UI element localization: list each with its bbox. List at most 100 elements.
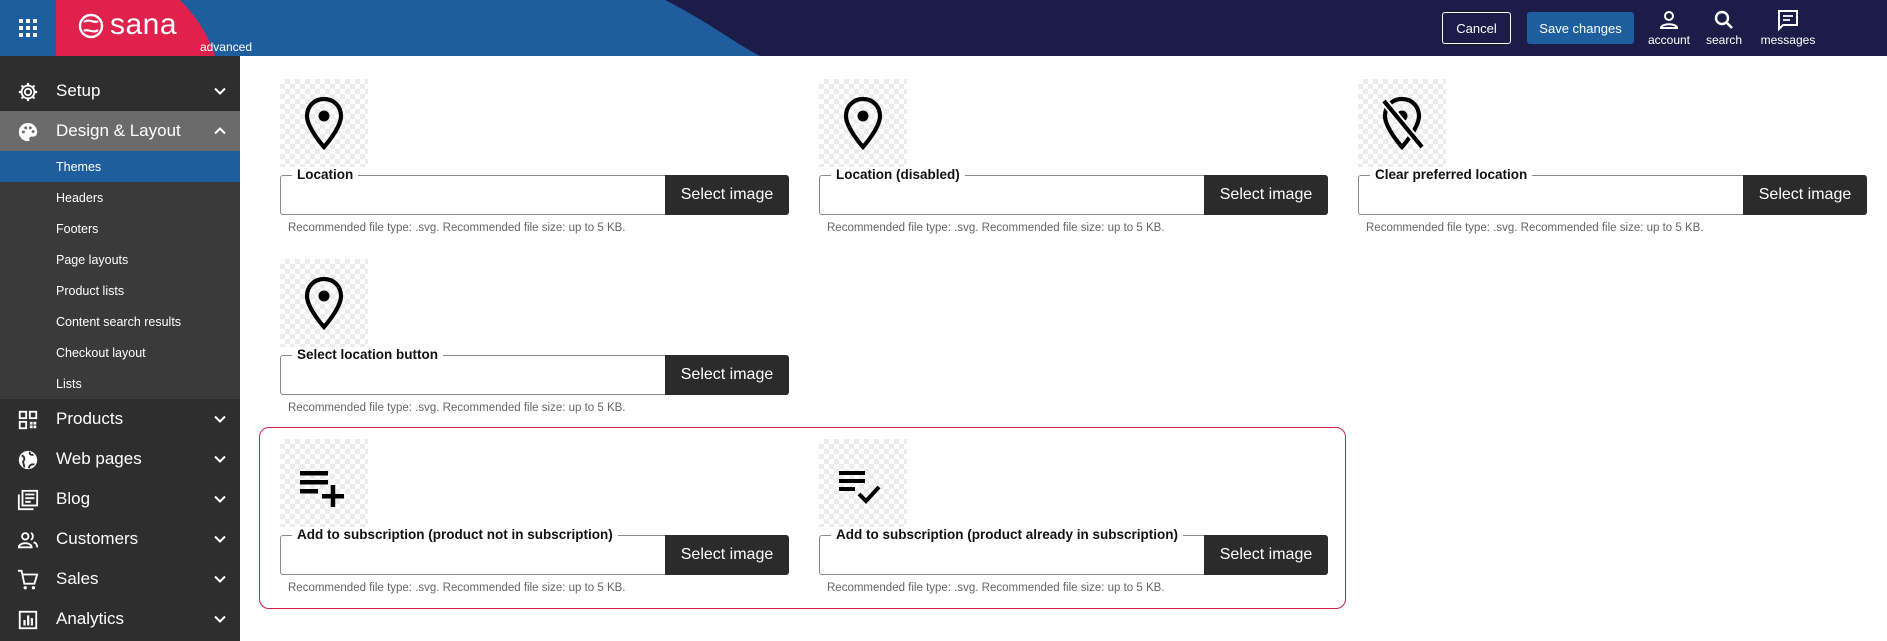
field-label: Select location button (292, 347, 444, 363)
sidebar-label-sales: Sales (56, 569, 99, 588)
location-pin-icon (304, 96, 344, 151)
save-changes-button[interactable]: Save changes (1527, 12, 1634, 44)
field-hint: Recommended file type: .svg. Recommended… (827, 222, 1165, 234)
brand-name: sana (110, 8, 178, 41)
messages-icon (1778, 10, 1798, 32)
sidebar-label-customers: Customers (56, 529, 139, 548)
location-pin-icon (304, 276, 344, 331)
select-image-button[interactable]: Select image (1743, 175, 1867, 215)
messages-label: messages (1760, 33, 1816, 47)
qr-code-icon (18, 410, 38, 430)
account-icon (1659, 11, 1679, 29)
sidebar-item-blog[interactable]: Blog (0, 479, 240, 519)
sidebar-sublabel: Themes (56, 159, 102, 174)
blog-icon (17, 489, 39, 511)
sidebar-sublabel: Page layouts (56, 252, 129, 267)
field-hint: Recommended file type: .svg. Recommended… (827, 582, 1165, 594)
account-label: account (1647, 33, 1691, 47)
field-hint: Recommended file type: .svg. Recommended… (288, 582, 626, 594)
grid-icon (19, 19, 37, 37)
sidebar-sublabel: Product lists (56, 283, 125, 298)
field-label: Add to subscription (product not in subs… (292, 527, 618, 543)
sidebar: Setup Design & Layout Themes Headers Foo… (0, 56, 240, 641)
field-hint: Recommended file type: .svg. Recommended… (1366, 222, 1704, 234)
sidebar-label-design-layout: Design & Layout (56, 121, 181, 140)
chevron-down-icon (214, 87, 226, 95)
sidebar-sublabel: Content search results (56, 314, 182, 329)
chevron-down-icon (214, 415, 226, 423)
playlist-check-icon (839, 471, 881, 504)
image-field-clear-preferred-location: Clear preferred location Select image Re… (1358, 79, 1867, 234)
sidebar-label-setup: Setup (56, 81, 101, 100)
image-preview[interactable] (280, 259, 368, 347)
field-hint: Recommended file type: .svg. Recommended… (288, 222, 626, 234)
search-label: search (1705, 33, 1743, 47)
select-image-button[interactable]: Select image (665, 355, 789, 395)
sidebar-item-design-layout[interactable]: Design & Layout (0, 111, 240, 151)
image-preview[interactable] (1358, 79, 1446, 167)
sidebar-label-web-pages: Web pages (56, 449, 142, 468)
app-grid-button[interactable] (0, 0, 56, 56)
people-icon (17, 532, 39, 549)
sidebar-subitem-page-layouts[interactable]: Page layouts (0, 244, 240, 275)
brand-logo[interactable]: sana advanced (78, 8, 252, 54)
chevron-down-icon (214, 575, 226, 583)
chevron-down-icon (214, 495, 226, 503)
field-label: Location (disabled) (831, 167, 965, 183)
field-label: Location (292, 167, 359, 183)
cart-icon (17, 569, 39, 590)
account-button[interactable]: account (1646, 8, 1692, 50)
sidebar-sublabel: Headers (56, 190, 104, 205)
select-image-button[interactable]: Select image (1204, 535, 1328, 575)
select-image-button[interactable]: Select image (1204, 175, 1328, 215)
image-preview[interactable] (819, 439, 907, 527)
select-image-button[interactable]: Select image (665, 175, 789, 215)
palette-icon (18, 122, 38, 142)
sidebar-item-customers[interactable]: Customers (0, 519, 240, 559)
sidebar-item-sales[interactable]: Sales (0, 559, 240, 599)
search-button[interactable]: search (1704, 8, 1744, 50)
sidebar-subitem-headers[interactable]: Headers (0, 182, 240, 213)
brand-edition: advanced (199, 40, 252, 54)
image-preview[interactable] (280, 439, 368, 527)
sidebar-sublabel: Lists (56, 376, 82, 391)
image-field-add-to-subscription-not-in: Add to subscription (product not in subs… (280, 439, 789, 594)
sidebar-item-analytics[interactable]: Analytics (0, 599, 240, 639)
sidebar-subitem-product-lists[interactable]: Product lists (0, 275, 240, 306)
search-icon (1714, 10, 1733, 29)
chevron-down-icon (214, 535, 226, 543)
sidebar-item-setup[interactable]: Setup (0, 71, 240, 111)
sidebar-label-analytics: Analytics (56, 609, 125, 628)
field-hint: Recommended file type: .svg. Recommended… (288, 402, 626, 414)
image-field-location: Location Select image Recommended file t… (280, 79, 789, 234)
sidebar-item-products[interactable]: Products (0, 399, 240, 439)
image-field-location-disabled: Location (disabled) Select image Recomme… (819, 79, 1328, 234)
chevron-up-icon (214, 127, 226, 135)
sidebar-subitem-lists[interactable]: Lists (0, 368, 240, 399)
sidebar-subitem-checkout-layout[interactable]: Checkout layout (0, 337, 240, 368)
field-label: Clear preferred location (1370, 167, 1533, 183)
globe-icon (18, 450, 38, 470)
sidebar-sublabel: Footers (56, 221, 99, 236)
chevron-down-icon (214, 455, 226, 463)
analytics-icon (18, 610, 38, 630)
sana-logo-icon (78, 13, 104, 39)
sidebar-item-web-pages[interactable]: Web pages (0, 439, 240, 479)
chevron-down-icon (214, 615, 226, 623)
select-image-button[interactable]: Select image (665, 535, 789, 575)
playlist-add-icon (300, 471, 344, 507)
location-pin-icon (843, 96, 883, 151)
sidebar-sublabel: Checkout layout (56, 345, 146, 360)
image-preview[interactable] (280, 79, 368, 167)
field-label: Add to subscription (product already in … (831, 527, 1184, 543)
image-field-select-location-button: Select location button Select image Reco… (280, 259, 789, 414)
messages-button[interactable]: messages (1758, 8, 1818, 50)
sidebar-subitem-themes[interactable]: Themes (0, 151, 240, 182)
location-off-icon (1380, 96, 1426, 151)
cancel-button[interactable]: Cancel (1442, 12, 1511, 44)
sidebar-subitem-content-search-results[interactable]: Content search results (0, 306, 240, 337)
image-preview[interactable] (819, 79, 907, 167)
sidebar-subitem-footers[interactable]: Footers (0, 213, 240, 244)
sidebar-label-blog: Blog (56, 489, 91, 508)
top-bar: sana advanced Cancel Save changes accoun… (0, 0, 1887, 56)
